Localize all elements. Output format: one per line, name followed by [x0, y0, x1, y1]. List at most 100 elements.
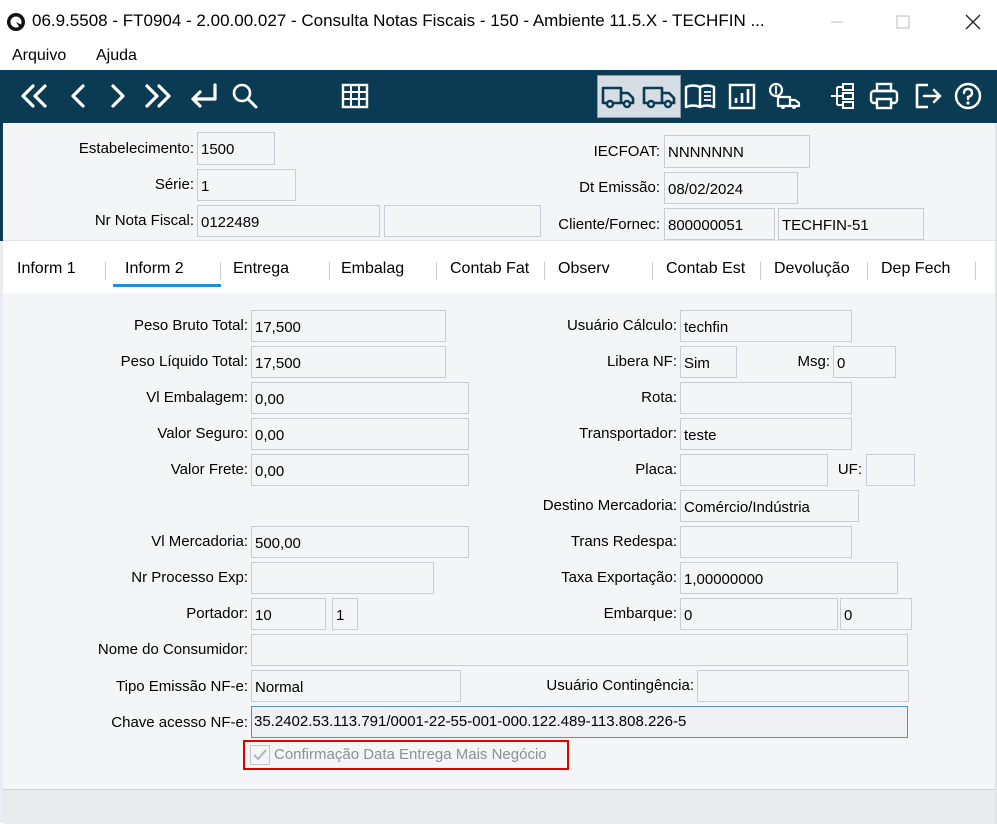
next-record-button[interactable]	[104, 78, 132, 114]
serie-label: Série:	[154, 176, 194, 193]
tab-separator	[220, 262, 221, 280]
nome-consumidor-field[interactable]	[251, 634, 908, 666]
exit-icon	[915, 83, 942, 109]
tab-contab-est[interactable]: Contab Est	[666, 260, 745, 278]
grid-button[interactable]	[340, 78, 370, 114]
uf-field[interactable]	[866, 454, 915, 486]
book-button[interactable]	[683, 78, 719, 114]
placa-field[interactable]	[680, 454, 828, 486]
tab-separator	[436, 262, 437, 280]
peso-liquido-label: Peso Líquido Total:	[120, 353, 248, 370]
exit-button[interactable]	[912, 78, 944, 114]
tab-separator	[544, 262, 545, 280]
chave-acesso-field[interactable]: 35.2402.53.113.791/0001-22-55-001-000.12…	[251, 706, 908, 738]
close-icon	[965, 14, 981, 30]
dt-emissao-label: Dt Emissão:	[579, 179, 660, 196]
search-button[interactable]	[230, 78, 260, 114]
uf-label: UF:	[837, 461, 862, 478]
maximize-button[interactable]	[880, 4, 926, 40]
truck-button-2[interactable]	[641, 78, 677, 114]
valor-seguro-field[interactable]: 0,00	[251, 418, 469, 450]
estabelecimento-field[interactable]: 1500	[197, 132, 275, 165]
libera-nf-field[interactable]: Sim	[680, 346, 737, 378]
help-button[interactable]	[952, 78, 984, 114]
chave-acesso-label: Chave acesso NF-e:	[111, 714, 248, 731]
tab-entrega[interactable]: Entrega	[233, 260, 289, 278]
menu-arquivo[interactable]: Arquivo	[12, 47, 66, 65]
hierarchy-button[interactable]	[827, 78, 857, 114]
next-record-icon	[111, 84, 125, 108]
portador-field[interactable]: 10	[251, 598, 326, 630]
tab-separator	[329, 262, 330, 280]
tipo-emissao-label: Tipo Emissão NF-e:	[116, 678, 248, 695]
rota-field[interactable]	[680, 382, 852, 414]
placa-label: Placa:	[635, 461, 677, 478]
nome-consumidor-label: Nome do Consumidor:	[97, 641, 248, 658]
iecfoat-field[interactable]: NNNNNNN	[664, 135, 810, 168]
first-record-icon	[21, 84, 47, 108]
vl-mercadoria-field[interactable]: 500,00	[251, 526, 469, 558]
nr-processo-field[interactable]	[251, 562, 434, 594]
app-logo-icon	[7, 13, 25, 31]
embarque-field[interactable]: 0	[680, 598, 838, 630]
usuario-contingencia-label: Usuário Contingência:	[546, 677, 694, 694]
destino-mercadoria-label: Destino Mercadoria:	[542, 497, 677, 514]
libera-nf-label: Libera NF:	[606, 353, 677, 370]
tab-inform-2[interactable]: Inform 2	[125, 260, 184, 278]
serie-field[interactable]: 1	[197, 169, 296, 201]
peso-liquido-field[interactable]: 17,500	[251, 346, 446, 378]
last-record-button[interactable]	[142, 78, 174, 114]
transportador-field[interactable]: teste	[680, 418, 852, 450]
portador-label: Portador:	[186, 605, 248, 622]
previous-record-button[interactable]	[64, 78, 92, 114]
first-record-button[interactable]	[18, 78, 50, 114]
chart-icon	[728, 83, 756, 110]
nr-nota-extra-field[interactable]	[384, 205, 541, 237]
tab-bar: Inform 1 Inform 2 Entrega Embalag Contab…	[3, 241, 995, 293]
tab-embalag[interactable]: Embalag	[341, 260, 404, 278]
peso-bruto-label: Peso Bruto Total:	[134, 317, 248, 334]
vl-embalagem-label: Vl Embalagem:	[146, 389, 248, 406]
truck-dollar-icon	[768, 82, 801, 109]
usuario-contingencia-field[interactable]	[697, 670, 909, 702]
msg-field[interactable]: 0	[833, 346, 896, 378]
book-icon	[684, 84, 716, 109]
close-button[interactable]	[950, 4, 996, 40]
tab-contab-fat[interactable]: Contab Fat	[450, 260, 529, 278]
title-bar: 06.9.5508 - FT0904 - 2.00.00.027 - Consu…	[0, 0, 997, 44]
grid-icon	[341, 83, 369, 109]
peso-bruto-field[interactable]: 17,500	[251, 310, 446, 342]
minimize-button[interactable]	[814, 4, 860, 40]
tab-dep-fech[interactable]: Dep Fech	[881, 260, 950, 278]
vl-mercadoria-label: Vl Mercadoria:	[151, 533, 248, 550]
status-bar	[3, 789, 995, 824]
tipo-emissao-field[interactable]: Normal	[251, 670, 461, 702]
nr-nota-field[interactable]: 0122489	[197, 205, 380, 237]
truck-button-1[interactable]	[600, 78, 636, 114]
tab-inform-1[interactable]: Inform 1	[17, 260, 76, 278]
valor-frete-field[interactable]: 0,00	[251, 454, 469, 486]
chart-button[interactable]	[726, 78, 758, 114]
confirmacao-checkbox[interactable]	[250, 745, 270, 765]
taxa-exportacao-field[interactable]: 1,00000000	[680, 562, 898, 594]
usuario-calculo-field[interactable]: techfin	[680, 310, 852, 342]
cliente-code-field[interactable]: 800000051	[664, 208, 775, 240]
embarque-seq-field[interactable]: 0	[840, 598, 912, 630]
truck-icon	[601, 86, 635, 109]
tab-devolucao[interactable]: Devolução	[774, 260, 850, 278]
portador-modalidade-field[interactable]: 1	[332, 598, 358, 630]
tab-observ[interactable]: Observ	[558, 260, 610, 278]
print-button[interactable]	[868, 78, 900, 114]
go-to-button[interactable]	[186, 78, 220, 114]
cliente-name-field[interactable]: TECHFIN-51	[778, 208, 924, 240]
vl-embalagem-field[interactable]: 0,00	[251, 382, 469, 414]
embarque-label: Embarque:	[603, 605, 677, 622]
truck-dollar-button[interactable]	[766, 78, 802, 114]
dt-emissao-field[interactable]: 08/02/2024	[664, 172, 798, 204]
nr-processo-label: Nr Processo Exp:	[131, 569, 248, 586]
menu-ajuda[interactable]: Ajuda	[96, 47, 137, 65]
menu-bar: Arquivo Ajuda	[0, 44, 997, 70]
destino-mercadoria-field[interactable]: Comércio/Indústria	[680, 490, 859, 522]
trans-redespa-field[interactable]	[680, 526, 852, 558]
hierarchy-icon	[831, 83, 854, 109]
